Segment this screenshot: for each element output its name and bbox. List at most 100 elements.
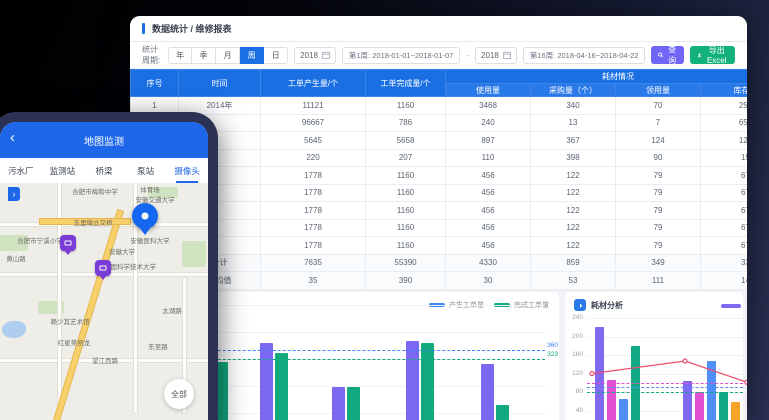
group-header: 耗材情况 [446,70,748,84]
expand-panel-button[interactable]: › [8,187,20,201]
bar-完成工单量[interactable] [347,387,360,420]
table-cell: 349 [616,254,701,272]
table-cell: 7 [616,114,701,132]
back-icon[interactable]: ‹ [10,130,15,145]
period-label: 统计周期: [142,44,162,66]
table-cell: 122 [531,167,616,185]
selected-marker[interactable] [132,203,158,229]
table-cell: 79 [616,184,701,202]
period-option-周[interactable]: 周 [240,47,264,64]
line-data-point[interactable] [683,359,687,363]
table-row[interactable]: 12014年111211160346834070250 [131,97,748,115]
table-row[interactable]: 177811604561227967 [131,237,748,255]
table-cell: 390 [366,272,446,290]
map-view[interactable]: 合肥市梅和中学体育场安徽交通大学五里墩立交桥合肥市宁溪小学安徽医科大学安徽大学黄… [0,183,208,420]
table-cell: 67 [701,167,748,185]
table-cell: 4330 [446,254,531,272]
table-cell: 1778 [261,202,366,220]
table-cell: 1160 [366,97,446,115]
table-cell: 122 [531,219,616,237]
period-option-年[interactable]: 年 [168,47,192,64]
sub-col-header: 领用量 [616,84,701,97]
line-data-point[interactable] [745,380,747,384]
charts-section: 产生工单量完成工单量 360323 ◑ 耗材分析 240200160120804… [130,292,747,420]
table-cell: 1160 [366,184,446,202]
range-end-input[interactable]: 第16周: 2018-04-16~2018-04-22 [523,47,646,64]
export-button-label: 导出Excel [706,45,729,65]
bar-产生工单量[interactable] [332,387,345,420]
table-cell: 456 [446,219,531,237]
table-row[interactable]: 96667786240137650 [131,114,748,132]
table-cell: 35 [261,272,366,290]
phone-page-title: 地图监测 [84,133,124,148]
range-start-input[interactable]: 第1周: 2018-01-01~2018-01-07 [342,47,460,64]
table-cell: 13 [531,114,616,132]
period-option-月[interactable]: 月 [216,47,240,64]
table-cell: 122 [531,237,616,255]
phone-tab-桥梁[interactable]: 桥梁 [83,158,125,183]
dashboard-window: 数据统计 / 维修报表 统计周期: 年季月周日 2018 第1周: 2018-0… [130,16,747,420]
bar-完成工单量[interactable] [496,405,509,420]
table-cell: 111 [616,272,701,290]
table-cell: 250 [701,97,748,115]
table-cell: 207 [366,149,446,167]
bar-完成工单量[interactable] [275,353,288,420]
phone-mockup: ‹ 地图监测 污水厂监测站桥梁泵站摄像头 合肥市梅和中学体育场安徽交通大学五里墩… [0,112,218,420]
table-row[interactable]: 177811604561227967 [131,167,748,185]
sub-col-header: 使用量 [446,84,531,97]
table-cell: 7635 [261,254,366,272]
average-row[interactable]: 平均值35390305311114 [131,272,748,290]
period-segments: 年季月周日 [168,47,288,64]
reference-line-label: 360 [547,342,558,349]
table-row[interactable]: 2202071103989019 [131,149,748,167]
phone-tab-摄像头[interactable]: 摄像头 [166,158,208,183]
calendar-icon [503,51,511,59]
table-cell: 1160 [366,237,446,255]
phone-tab-监测站[interactable]: 监测站 [42,158,84,183]
breadcrumb-bar: 数据统计 / 维修报表 [130,16,747,42]
table-cell: 1160 [366,167,446,185]
camera-marker[interactable] [60,235,76,251]
col-header: 序号 [131,70,179,97]
table-row[interactable]: 177811604561227967 [131,202,748,220]
year-end-value: 2018 [481,51,499,60]
table-cell: 67 [701,184,748,202]
table-cell: 122 [531,202,616,220]
consumables-bar-chart: 2402001601208040 [587,308,743,420]
camera-marker[interactable] [95,260,111,276]
table-row[interactable]: 177811604561227967 [131,219,748,237]
table-cell: 53 [531,272,616,290]
sub-col-header: 库存量 [701,84,748,97]
map-label: 中国科学技术大学 [104,261,156,271]
all-filter-button[interactable]: 全部 [164,379,194,409]
table-row[interactable]: 177811604561227967 [131,184,748,202]
period-option-日[interactable]: 日 [264,47,288,64]
table-cell: 79 [616,219,701,237]
total-row[interactable]: 合计763555390433085934933 [131,254,748,272]
bar-产生工单量[interactable] [481,364,494,420]
table-cell: 122 [531,184,616,202]
phone-tab-污水厂[interactable]: 污水厂 [0,158,42,183]
year-start-select[interactable]: 2018 [294,47,336,64]
query-button[interactable]: 查询 [651,46,684,64]
export-excel-button[interactable]: 导出Excel [690,46,735,64]
map-label: 安徽大学 [109,246,135,256]
table-cell: 398 [531,149,616,167]
marker-dot-icon [142,213,149,220]
table-row[interactable]: 56455658897367124129 [131,132,748,150]
bar-产生工单量[interactable] [260,343,273,420]
table-cell: 859 [531,254,616,272]
table-cell: 1160 [366,202,446,220]
phone-tab-泵站[interactable]: 泵站 [125,158,167,183]
bar-完成工单量[interactable] [421,343,434,420]
line-data-point[interactable] [590,372,594,376]
filter-bar: 统计周期: 年季月周日 2018 第1周: 2018-01-01~2018-01… [130,42,747,69]
calendar-icon [322,51,330,59]
table-cell: 5645 [261,132,366,150]
bar-产生工单量[interactable] [406,341,419,420]
year-end-select[interactable]: 2018 [475,47,517,64]
reference-line-label: 323 [547,351,558,358]
table-cell: 367 [531,132,616,150]
period-option-季[interactable]: 季 [192,47,216,64]
table-cell: 67 [701,202,748,220]
